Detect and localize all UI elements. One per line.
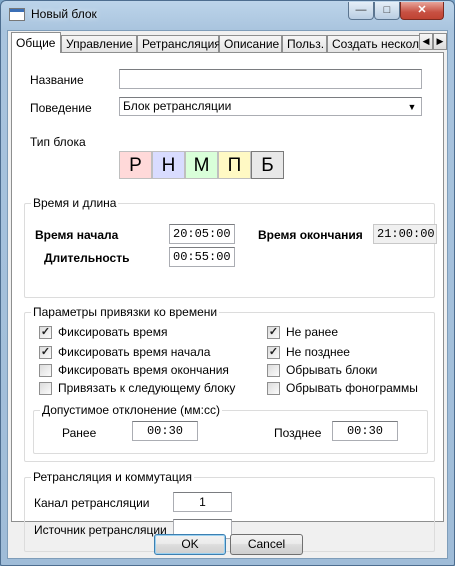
earlier-label: Ранее — [62, 426, 97, 440]
name-input[interactable] — [119, 69, 422, 89]
behavior-label: Поведение — [30, 101, 92, 115]
fix-start-time-label[interactable]: Фиксировать время начала — [58, 345, 210, 359]
cut-blocks-label[interactable]: Обрывать блоки — [286, 363, 377, 377]
fix-time-checkbox[interactable]: ✓ — [39, 326, 52, 339]
window-title: Новый блок — [31, 7, 97, 21]
fix-end-time-label[interactable]: Фиксировать время окончания — [58, 363, 229, 377]
fix-time-label[interactable]: Фиксировать время — [58, 325, 167, 339]
relay-group-title: Ретрансляция и коммутация — [31, 470, 194, 484]
tab-relay[interactable]: Ретрансляция — [137, 35, 221, 53]
start-time-input[interactable]: 20:05:00 — [169, 224, 235, 244]
not-earlier-label[interactable]: Не ранее — [286, 325, 338, 339]
start-time-label: Время начала — [35, 228, 119, 242]
minimize-button[interactable]: — — [348, 2, 374, 20]
chevron-down-icon[interactable]: ▼ — [404, 99, 420, 115]
block-type-label: Тип блока — [30, 135, 86, 149]
bind-next-block-label[interactable]: Привязать к следующему блоку — [58, 381, 235, 395]
tab-scroll-right-icon[interactable]: ▶ — [433, 33, 447, 50]
earlier-input[interactable]: 00:30 — [132, 421, 198, 441]
name-label: Название — [30, 73, 84, 87]
binding-group: Параметры привязки ко времени ✓ Фиксиров… — [24, 305, 435, 462]
not-later-label[interactable]: Не позднее — [286, 345, 350, 359]
later-label: Позднее — [274, 426, 322, 440]
tab-description[interactable]: Описание — [219, 35, 282, 53]
tab-control[interactable]: Управление — [61, 35, 137, 53]
cut-blocks-checkbox[interactable] — [267, 364, 280, 377]
duration-label: Длительность — [44, 251, 130, 265]
end-time-value: 21:00:00 — [373, 224, 437, 244]
tab-user[interactable]: Польз. — [282, 35, 327, 53]
close-button[interactable]: ✕ — [400, 2, 444, 20]
tolerance-group: Допустимое отклонение (мм:сс) Ранее 00:3… — [33, 403, 428, 454]
end-time-label: Время окончания — [258, 228, 363, 242]
tab-scroll-left-icon[interactable]: ◀ — [419, 33, 433, 50]
behavior-select[interactable]: Блок ретрансляции ▼ — [119, 97, 422, 116]
tolerance-group-title: Допустимое отклонение (мм:сс) — [40, 403, 222, 417]
window-icon — [9, 8, 25, 21]
cut-phonograms-checkbox[interactable] — [267, 382, 280, 395]
relay-source-label: Источник ретрансляции — [34, 523, 167, 537]
tab-create-multiple[interactable]: Создать нескол — [327, 35, 419, 53]
duration-input[interactable]: 00:55:00 — [169, 247, 235, 267]
fix-start-time-checkbox[interactable]: ✓ — [39, 346, 52, 359]
not-later-checkbox[interactable]: ✓ — [267, 346, 280, 359]
later-input[interactable]: 00:30 — [332, 421, 398, 441]
maximize-button[interactable]: □ — [374, 2, 400, 20]
ok-button[interactable]: OK — [154, 534, 226, 555]
binding-group-title: Параметры привязки ко времени — [31, 305, 220, 319]
bind-next-block-checkbox[interactable] — [39, 382, 52, 395]
block-type-r-button[interactable]: Р — [119, 151, 152, 179]
cut-phonograms-label[interactable]: Обрывать фонограммы — [286, 381, 418, 395]
tab-page-general: Название Поведение Блок ретрансляции ▼ Т… — [11, 52, 444, 552]
dialog-window: Новый блок — □ ✕ Общие Управление Ретран… — [0, 0, 455, 566]
tab-general[interactable]: Общие — [11, 32, 61, 53]
block-type-b-button[interactable]: Б — [251, 151, 284, 179]
tab-bar: Общие Управление Ретрансляция Описание П… — [11, 32, 419, 53]
not-earlier-checkbox[interactable]: ✓ — [267, 326, 280, 339]
fix-end-time-checkbox[interactable] — [39, 364, 52, 377]
timing-group: Время и длина Время начала 20:05:00 Врем… — [24, 196, 437, 298]
relay-channel-input[interactable]: 1 — [173, 492, 232, 512]
block-type-m-button[interactable]: М — [185, 151, 218, 179]
relay-channel-label: Канал ретрансляции — [34, 496, 150, 510]
block-type-p-button[interactable]: П — [218, 151, 251, 179]
behavior-select-value: Блок ретрансляции — [123, 99, 232, 113]
timing-group-title: Время и длина — [31, 196, 119, 210]
title-bar[interactable]: Новый блок — □ ✕ — [1, 1, 454, 29]
dialog-client: Общие Управление Ретрансляция Описание П… — [7, 30, 448, 559]
block-type-n-button[interactable]: Н — [152, 151, 185, 179]
cancel-button[interactable]: Cancel — [230, 534, 303, 555]
